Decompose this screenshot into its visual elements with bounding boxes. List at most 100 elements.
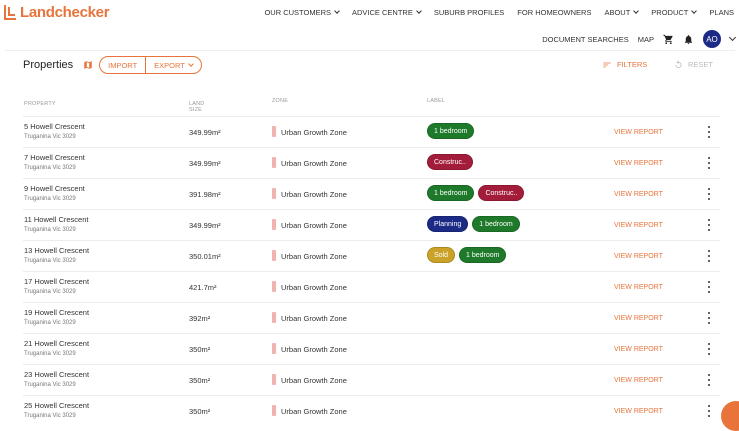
view-report-link[interactable]: VIEW REPORT <box>614 284 663 291</box>
more-options-icon[interactable] <box>706 343 712 355</box>
view-report-link[interactable]: VIEW REPORT <box>614 191 663 198</box>
property-address[interactable]: 5 Howell Crescent <box>24 122 85 131</box>
label-list: Construc.. <box>427 154 473 170</box>
property-address[interactable]: 17 Howell Crescent <box>24 277 89 286</box>
nav-item-our-customers[interactable]: OUR CUSTOMERS <box>264 8 340 17</box>
view-report-link[interactable]: VIEW REPORT <box>614 222 663 229</box>
property-suburb: Truganina Vic 3029 <box>24 382 76 388</box>
property-suburb: Truganina Vic 3029 <box>24 289 76 295</box>
avatar-initials: AO <box>703 30 721 48</box>
chevron-down-icon <box>416 8 422 14</box>
import-button[interactable]: IMPORT <box>100 57 145 73</box>
table-row[interactable]: 23 Howell Crescent Truganina Vic 3029 350m… <box>23 364 720 395</box>
property-address[interactable]: 21 Howell Crescent <box>24 339 89 348</box>
notifications-bell-icon[interactable] <box>683 34 694 45</box>
export-button[interactable]: EXPORT <box>145 57 201 73</box>
more-options-icon[interactable] <box>706 126 712 138</box>
user-avatar[interactable]: AO <box>703 30 721 48</box>
cart-icon[interactable] <box>663 34 674 45</box>
account-menu-chevron-down-icon[interactable] <box>728 33 737 42</box>
zone-color-swatch <box>272 157 276 168</box>
land-size: 350.01m² <box>189 252 221 261</box>
view-report-link[interactable]: VIEW REPORT <box>614 315 663 322</box>
table-row[interactable]: 7 Howell Crescent Truganina Vic 3029 349.9… <box>23 147 720 178</box>
zone-color-swatch <box>272 374 276 385</box>
map-link[interactable]: MAP <box>638 35 654 44</box>
label-tag[interactable]: Sold <box>427 247 456 263</box>
more-options-icon[interactable] <box>706 157 712 169</box>
map-icon[interactable] <box>83 60 93 70</box>
property-address[interactable]: 19 Howell Crescent <box>24 308 89 317</box>
reset-button[interactable]: RESET <box>674 60 713 69</box>
nav-item-for-homeowners[interactable]: FOR HOMEOWNERS <box>517 8 591 17</box>
nav-item-advice-centre[interactable]: ADVICE CENTRE <box>352 8 422 17</box>
label-tag[interactable]: Construc.. <box>478 185 525 201</box>
chevron-down-icon <box>633 8 640 14</box>
zone-name: Urban Growth Zone <box>281 221 347 230</box>
label-tag[interactable]: 1 bedroom <box>427 123 475 139</box>
label-tag[interactable]: Construc.. <box>427 154 473 170</box>
view-report-link[interactable]: VIEW REPORT <box>614 346 663 353</box>
land-size: 349.99m² <box>189 128 221 137</box>
land-size: 349.99m² <box>189 159 221 168</box>
document-searches-link[interactable]: DOCUMENT SEARCHES <box>542 35 629 44</box>
nav-item-label: PRODUCT <box>651 8 689 17</box>
more-options-icon[interactable] <box>706 405 712 417</box>
property-suburb: Truganina Vic 3029 <box>24 165 76 171</box>
land-size: 392m² <box>189 314 211 323</box>
sort-arrow-icon: ↑ <box>27 101 31 107</box>
view-report-link[interactable]: VIEW REPORT <box>614 160 663 167</box>
table-row[interactable]: 11 Howell Crescent Truganina Vic 3029 349.… <box>23 209 720 240</box>
property-address[interactable]: 7 Howell Crescent <box>24 153 85 162</box>
filter-icon <box>603 62 611 67</box>
chevron-down-icon <box>691 8 698 14</box>
land-size: 350m² <box>189 376 211 385</box>
nav-item-about[interactable]: ABOUT <box>604 8 640 17</box>
more-options-icon[interactable] <box>706 374 712 386</box>
view-report-link[interactable]: VIEW REPORT <box>614 253 663 260</box>
label-tag[interactable]: 1 bedroom <box>459 247 507 263</box>
more-options-icon[interactable] <box>706 250 712 262</box>
nav-item-label: ADVICE CENTRE <box>352 8 413 17</box>
reset-icon <box>675 60 682 68</box>
import-export-group: IMPORT EXPORT <box>99 56 202 74</box>
table-row[interactable]: 21 Howell Crescent Truganina Vic 3029 350m… <box>23 333 720 364</box>
zone-color-swatch <box>272 219 276 230</box>
property-address[interactable]: 23 Howell Crescent <box>24 370 89 379</box>
table-row[interactable]: 5 Howell Crescent Truganina Vic 3029 349.9… <box>23 116 720 147</box>
label-tag[interactable]: 1 bedroom <box>427 185 475 201</box>
nav-item-product[interactable]: PRODUCT <box>651 8 698 17</box>
view-report-link[interactable]: VIEW REPORT <box>614 129 663 136</box>
divider <box>5 50 735 51</box>
logo-icon <box>4 4 16 20</box>
more-options-icon[interactable] <box>706 188 712 200</box>
table-row[interactable]: 17 Howell Crescent Truganina Vic 3029 421.… <box>23 271 720 302</box>
more-options-icon[interactable] <box>706 219 712 231</box>
label-tag[interactable]: 1 bedroom <box>472 216 520 232</box>
view-report-link[interactable]: VIEW REPORT <box>614 408 663 415</box>
zone-color-swatch <box>272 312 276 323</box>
filters-label: FILTERS <box>617 60 648 69</box>
label-tag[interactable]: Planning <box>427 216 469 232</box>
chat-button[interactable] <box>721 401 739 431</box>
filters-button[interactable]: FILTERS <box>602 60 647 69</box>
table-row[interactable]: 9 Howell Crescent Truganina Vic 3029 391.9… <box>23 178 720 209</box>
column-header-zone: ZONE <box>272 98 289 104</box>
landchecker-logo[interactable]: Landchecker <box>4 3 110 21</box>
table-row[interactable]: 25 Howell Crescent Truganina Vic 3029 350m… <box>23 395 720 426</box>
property-address[interactable]: 9 Howell Crescent <box>24 184 85 193</box>
view-report-link[interactable]: VIEW REPORT <box>614 377 663 384</box>
table-row[interactable]: 13 Howell Crescent Truganina Vic 3029 350.… <box>23 240 720 271</box>
primary-nav: OUR CUSTOMERS ADVICE CENTRE SUBURB PROFILE… <box>264 8 734 17</box>
property-address[interactable]: 11 Howell Crescent <box>24 215 88 224</box>
sort-arrow-icon: ↑ <box>192 101 196 107</box>
more-options-icon[interactable] <box>706 281 712 293</box>
nav-item-suburb-profiles[interactable]: SUBURB PROFILES <box>434 8 504 17</box>
more-options-icon[interactable] <box>706 312 712 324</box>
property-address[interactable]: 13 Howell Crescent <box>24 246 89 255</box>
land-size: 349.99m² <box>189 221 221 230</box>
property-address[interactable]: 25 Howell Crescent <box>24 401 89 410</box>
nav-item-plans[interactable]: PLANS <box>709 8 734 17</box>
table-row[interactable]: 19 Howell Crescent Truganina Vic 3029 392m… <box>23 302 720 333</box>
zone-name: Urban Growth Zone <box>281 283 347 292</box>
